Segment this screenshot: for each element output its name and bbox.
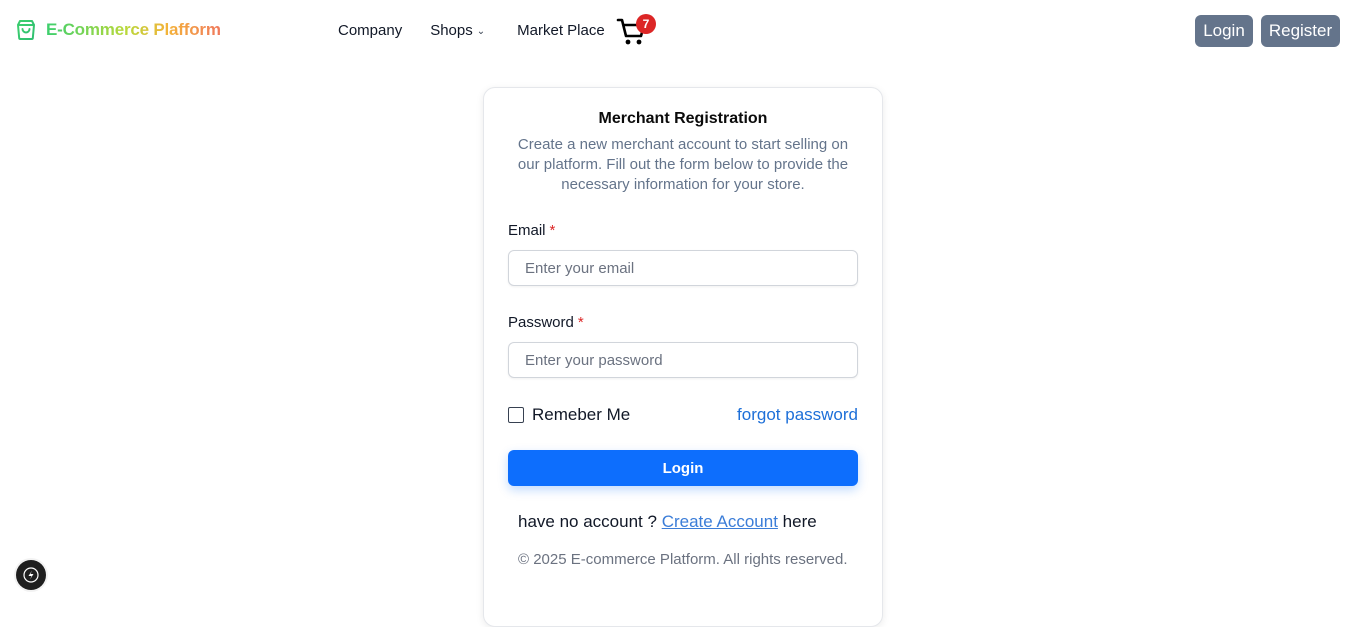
password-label-text: Password [508,314,574,331]
remember-me-label: Remeber Me [532,405,631,424]
main-nav: Company Shops ⌄ Market Place [338,22,605,39]
email-label: Email * [508,222,555,239]
chevron-down-icon: ⌄ [476,26,486,37]
password-label: Password * [508,314,584,331]
nav-shops-dropdown[interactable]: Shops ⌄ [430,22,485,39]
remember-me-checkbox[interactable] [508,407,524,423]
header-register-button[interactable]: Register [1261,15,1340,47]
brand-logo[interactable]: E-Commerce Plafform [14,18,221,42]
remember-me[interactable]: Remeber Me [508,405,630,425]
header-login-button[interactable]: Login [1195,15,1253,47]
nav-company[interactable]: Company [338,22,402,39]
email-label-text: Email [508,222,546,239]
card-description: Create a new merchant account to start s… [517,136,849,193]
required-mark: * [577,314,584,331]
bolt-icon [23,567,39,583]
nav-shops-label: Shops [430,22,473,39]
signup-prefix: have no account ? [518,512,657,531]
cart-button[interactable]: 7 [616,14,656,48]
login-submit-button[interactable]: Login [508,450,858,486]
forgot-password-link[interactable]: forgot password [737,405,858,425]
merchant-registration-card: Merchant Registration Create a new merch… [483,87,883,627]
signup-prompt: have no account ? Create Account here [518,512,817,532]
brand-name: E-Commerce Plafform [46,20,221,39]
card-title: Merchant Registration [598,110,768,127]
nav-marketplace[interactable]: Market Place [517,22,605,39]
cart-count-badge: 7 [636,14,656,34]
shopping-bag-icon [14,18,38,42]
create-account-link[interactable]: Create Account [662,512,778,531]
email-field[interactable] [508,250,858,286]
required-mark: * [549,222,556,239]
top-navbar: E-Commerce Plafform Company Shops ⌄ Mark… [0,0,1366,62]
floating-action-button[interactable] [16,560,46,590]
password-field[interactable] [508,342,858,378]
copyright-text: © 2025 E-commerce Platform. All rights r… [518,551,848,568]
signup-suffix: here [782,512,817,531]
